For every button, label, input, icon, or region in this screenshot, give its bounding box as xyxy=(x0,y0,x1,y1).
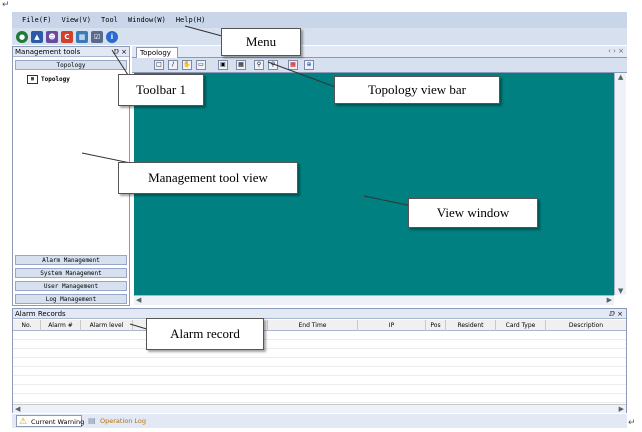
horizontal-scrollbar[interactable]: ◀ ▶ xyxy=(13,404,626,413)
warning-icon: ⚠ xyxy=(19,417,28,427)
toolbar-1: ● ▲ ☻ C ▦ ☑ i xyxy=(12,28,627,45)
horizontal-scrollbar[interactable]: ◀ ▶ xyxy=(134,295,614,305)
scroll-left-icon[interactable]: ◀ xyxy=(136,296,141,304)
document-tab-strip: Topology ‹ › × xyxy=(132,46,627,58)
menu-window[interactable]: Window(W) xyxy=(128,16,166,24)
alarm-records-panel: Alarm Records ⅅ × No. Alarm # Alarm leve… xyxy=(12,308,627,413)
panel-controls[interactable]: ⅅ × xyxy=(609,309,623,319)
column-header[interactable]: Alarm level xyxy=(81,320,133,331)
log-management-button[interactable]: Log Management xyxy=(15,294,127,304)
tab-label: Operation Log xyxy=(100,417,147,425)
tree-item-label: Topology xyxy=(41,76,70,83)
pan-icon[interactable]: ✋ xyxy=(182,60,192,70)
refresh-icon[interactable]: C xyxy=(61,30,73,43)
tab-current-warning[interactable]: ⚠ Current Warning xyxy=(16,415,85,427)
table-row[interactable] xyxy=(13,394,626,403)
tab-label: Current Warning xyxy=(31,418,85,426)
column-header[interactable]: Card Type xyxy=(496,320,546,331)
column-header[interactable]: No. xyxy=(13,320,41,331)
callout-management-tool-view: Management tool view xyxy=(118,162,298,194)
layout-icon[interactable]: ▦ xyxy=(288,60,298,70)
log-icon: ▤ xyxy=(88,416,96,425)
column-header[interactable]: Pos xyxy=(426,320,446,331)
scroll-left-icon[interactable]: ◀ xyxy=(15,405,20,413)
rect-icon[interactable]: ▭ xyxy=(196,60,206,70)
paragraph-mark: ↵ xyxy=(2,0,10,10)
chart-icon[interactable]: ▲ xyxy=(31,30,43,43)
table-row[interactable] xyxy=(13,358,626,367)
topology-icon: ▦ xyxy=(27,75,38,84)
column-header[interactable]: End Time xyxy=(268,320,358,331)
table-row[interactable] xyxy=(13,367,626,376)
menu-tool[interactable]: Tool xyxy=(101,16,118,24)
table-row[interactable] xyxy=(13,385,626,394)
bottom-tab-strip: ⚠ Current Warning ▤ Operation Log xyxy=(12,414,627,428)
management-tool-view: Management tools ⅅ × Topology ▦ Topology… xyxy=(12,46,130,306)
tree-item-topology[interactable]: ▦ Topology xyxy=(27,75,70,84)
scroll-right-icon[interactable]: ▶ xyxy=(619,405,624,413)
user-icon[interactable]: ☻ xyxy=(46,30,58,43)
topology-nav-button[interactable]: Topology xyxy=(15,60,127,70)
zoom-out-icon[interactable]: ⚲ xyxy=(268,60,278,70)
vertical-scrollbar[interactable]: ▲ ▼ xyxy=(614,73,626,295)
callout-topology-view-bar: Topology view bar xyxy=(334,76,500,104)
network-icon[interactable]: ▦ xyxy=(76,30,88,43)
alarm-management-button[interactable]: Alarm Management xyxy=(15,255,127,265)
callout-view-window: View window xyxy=(408,198,538,228)
scroll-up-icon[interactable]: ▲ xyxy=(618,73,623,81)
globe-icon[interactable]: ⊕ xyxy=(304,60,314,70)
table-header: No. Alarm # Alarm level End Time IP Pos … xyxy=(13,320,626,331)
column-header[interactable]: Alarm # xyxy=(41,320,81,331)
column-header[interactable]: Resident xyxy=(446,320,496,331)
topology-view-bar: □ ∕ ✋ ▭ ▣ ▦ ⚲ ⚲ ▦ ⊕ xyxy=(132,58,627,73)
callout-toolbar: Toolbar 1 xyxy=(118,74,204,106)
panel-title: Management tools xyxy=(13,47,129,57)
table-row[interactable] xyxy=(13,376,626,385)
scroll-down-icon[interactable]: ▼ xyxy=(618,287,623,295)
callout-alarm-record: Alarm record xyxy=(146,318,264,350)
table-row[interactable] xyxy=(13,340,626,349)
paragraph-mark: ↵ xyxy=(628,418,636,428)
globe-icon[interactable]: ● xyxy=(16,30,28,43)
panel-controls[interactable]: ⅅ × xyxy=(113,47,127,57)
tab-topology[interactable]: Topology xyxy=(136,47,178,58)
info-icon[interactable]: i xyxy=(106,30,118,43)
panel-title: Alarm Records xyxy=(13,309,626,319)
tab-navigation[interactable]: ‹ › × xyxy=(608,47,624,55)
table-row[interactable] xyxy=(13,349,626,358)
column-header[interactable]: Description xyxy=(546,320,626,331)
menu-bar: File(F) View(V) Tool Window(W) Help(H) xyxy=(12,12,627,28)
menu-help[interactable]: Help(H) xyxy=(176,16,206,24)
menu-view[interactable]: View(V) xyxy=(62,16,92,24)
select-icon[interactable]: □ xyxy=(154,60,164,70)
user-management-button[interactable]: User Management xyxy=(15,281,127,291)
system-management-button[interactable]: System Management xyxy=(15,268,127,278)
scroll-right-icon[interactable]: ▶ xyxy=(607,296,612,304)
column-header[interactable]: IP xyxy=(358,320,426,331)
callout-menu: Menu xyxy=(221,28,301,56)
zoom-in-icon[interactable]: ⚲ xyxy=(254,60,264,70)
clipboard-icon[interactable]: ☑ xyxy=(91,30,103,43)
line-icon[interactable]: ∕ xyxy=(168,60,178,70)
grid-icon[interactable]: ▦ xyxy=(236,60,246,70)
tab-operation-log[interactable]: ▤ Operation Log xyxy=(86,415,148,427)
save-icon[interactable]: ▣ xyxy=(218,60,228,70)
menu-file[interactable]: File(F) xyxy=(22,16,52,24)
table-row[interactable] xyxy=(13,331,626,340)
